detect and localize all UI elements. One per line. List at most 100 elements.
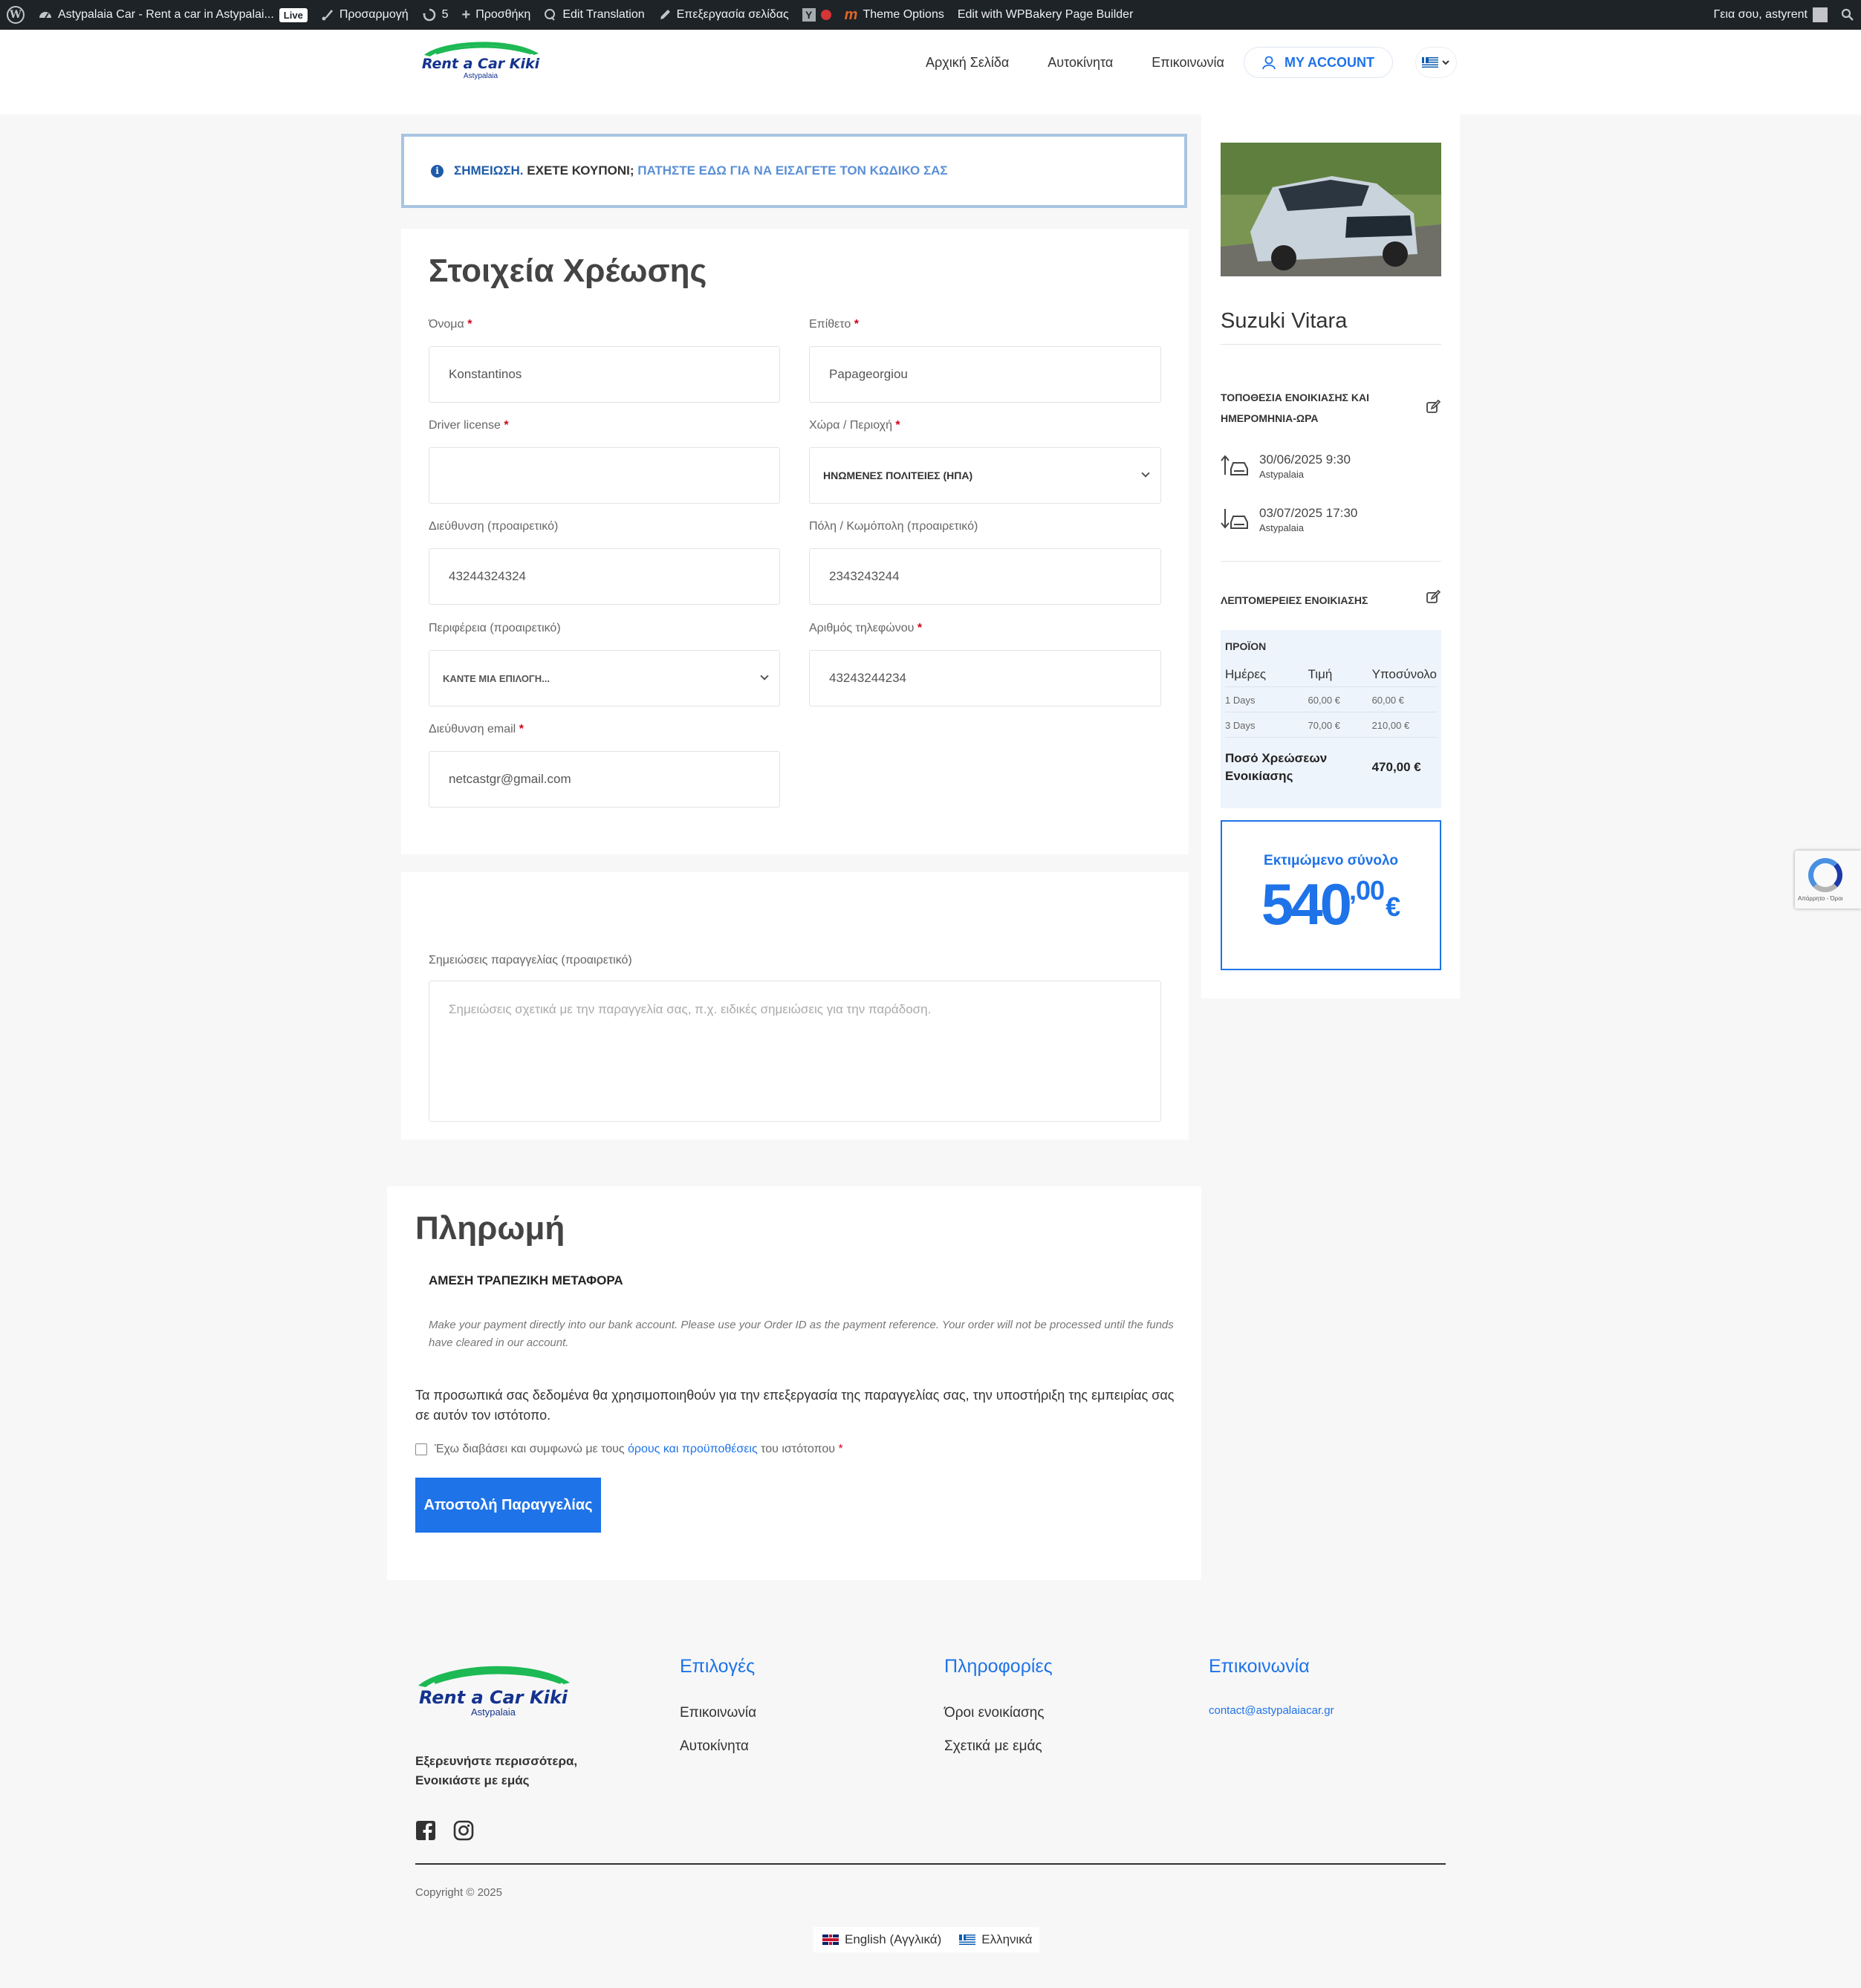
facebook-icon[interactable]	[415, 1820, 436, 1841]
edit-translation-label: Edit Translation	[562, 8, 645, 21]
region-label: Περιφέρεια (προαιρετικό)	[429, 622, 561, 634]
site-name-menu[interactable]: Astypalaia Car - Rent a car in Astypalai…	[31, 0, 314, 30]
footer-tagline: Εξερευνήστε περισσότερα, Ενοικιάστε με ε…	[415, 1752, 577, 1790]
row-price: 70,00 €	[1308, 712, 1372, 738]
footer-link-contact[interactable]: Επικοινωνία	[680, 1705, 756, 1721]
divider	[1221, 344, 1441, 345]
payment-description: Make your payment directly into our bank…	[429, 1319, 1174, 1349]
edit-page-link[interactable]: Επεξεργασία σελίδας	[652, 0, 796, 30]
customize-link[interactable]: Προσαρμογή	[314, 0, 415, 30]
site-name: Astypalaia Car - Rent a car in Astypalai…	[58, 8, 274, 21]
customize-label: Προσαρμογή	[339, 8, 409, 21]
updates-link[interactable]: 5	[415, 0, 455, 30]
instagram-icon[interactable]	[453, 1820, 474, 1841]
rental-details-table: ΠΡΟΪΟΝ Ημέρες Τιμή Υποσύνολο 1 Days 60,0…	[1221, 630, 1441, 808]
footer-link-cars[interactable]: Αυτοκίνητα	[680, 1738, 749, 1755]
col-subtotal: Υποσύνολο	[1371, 667, 1437, 687]
dropoff-row: 03/07/2025 17:30 Astypalaia	[1221, 506, 1357, 533]
my-account-button[interactable]: MY ACCOUNT	[1243, 47, 1393, 78]
footer-options-title: Επιλογές	[680, 1656, 756, 1677]
footer-link-terms[interactable]: Όροι ενοικίασης	[944, 1705, 1045, 1721]
language-dropdown[interactable]	[1415, 47, 1457, 78]
language-switcher: English (Αγγλικά) Ελληνικά	[813, 1927, 1040, 1952]
theme-m-icon: m	[844, 6, 858, 23]
car-name: Suzuki Vitara	[1221, 309, 1348, 333]
my-account-menu[interactable]: Γεια σου, astyrent	[1706, 0, 1834, 30]
dropoff-place: Astypalaia	[1259, 522, 1304, 533]
order-summary-sidebar: Suzuki Vitara ΤΟΠΟΘΕΣΙΑ ΕΝΟΙΚΙΑΣΗΣ ΚΑΙ Η…	[1201, 114, 1460, 998]
driver-license-input[interactable]	[429, 447, 780, 504]
total-value: 470,00 €	[1371, 760, 1421, 774]
footer-logo[interactable]: Rent a Car Kiki Astypalaia	[414, 1659, 574, 1722]
order-notes-label: Σημειώσεις παραγγελίας (προαιρετικό)	[429, 954, 632, 967]
edit-translation-link[interactable]: Edit Translation	[537, 0, 651, 30]
nav-cars[interactable]: Αυτοκίνητα	[1048, 55, 1113, 71]
pickup-car-icon	[1221, 455, 1248, 475]
site-logo[interactable]: Rent a Car Kiki Astypalaia	[420, 37, 542, 82]
logo-subtext: Astypalaia	[464, 72, 498, 80]
country-select[interactable]: ΗΝΩΜΕΝΕΣ ΠΟΛΙΤΕΙΕΣ (ΗΠΑ)	[809, 447, 1161, 504]
address-label: Διεύθυνση (προαιρετικό)	[429, 520, 559, 533]
add-new-link[interactable]: + Προσθήκη	[455, 0, 538, 30]
lang-option-greek[interactable]: Ελληνικά	[959, 1932, 1032, 1947]
pickup-place: Astypalaia	[1259, 469, 1304, 480]
wp-logo-menu[interactable]: W	[0, 0, 31, 30]
city-label: Πόλη / Κωμόπολη (προαιρετικό)	[809, 520, 978, 533]
table-row: 3 Days 70,00 € 210,00 €	[1225, 712, 1437, 738]
admin-bar: W Astypalaia Car - Rent a car in Astypal…	[0, 0, 1861, 30]
updates-icon	[422, 8, 435, 22]
terms-link[interactable]: όρους και προϋποθέσεις	[628, 1443, 758, 1455]
nav-contact[interactable]: Επικοινωνία	[1152, 55, 1224, 71]
privacy-text: Τα προσωπικά σας δεδομένα θα χρησιμοποιη…	[415, 1388, 1175, 1423]
row-days: 3 Days	[1225, 712, 1308, 738]
wpbakery-link[interactable]: Edit with WPBakery Page Builder	[951, 0, 1140, 30]
greek-flag-icon	[959, 1935, 976, 1945]
place-order-button[interactable]: Αποστολή Παραγγελίας	[415, 1478, 601, 1533]
coupon-link[interactable]: ΠΑΤΗΣΤΕ ΕΔΩ ΓΙΑ ΝΑ ΕΙΣΑΓΕΤΕ ΤΟΝ ΚΩΔΙΚΟ Σ…	[637, 163, 947, 178]
table-row: 1 Days 60,00 € 60,00 €	[1225, 686, 1437, 712]
chevron-down-icon	[1442, 60, 1449, 65]
theme-options-link[interactable]: m Theme Options	[838, 0, 951, 30]
location-section-title: ΤΟΠΟΘΕΣΙΑ ΕΝΟΙΚΙΑΣΗΣ ΚΑΙ ΗΜΕΡΟΜΗΝΙΑ-ΩΡΑ	[1221, 392, 1369, 424]
last-name-input[interactable]: Papageorgiou	[809, 346, 1161, 403]
first-name-input[interactable]: Konstantinos	[429, 346, 780, 403]
email-input[interactable]: netcastgr@gmail.com	[429, 751, 780, 808]
greek-flag-icon	[1421, 57, 1438, 68]
email-label: Διεύθυνση email *	[429, 723, 524, 735]
edit-icon[interactable]	[1426, 400, 1441, 415]
order-notes-panel: Σημειώσεις παραγγελίας (προαιρετικό) Σημ…	[401, 872, 1189, 1140]
terms-checkbox[interactable]	[415, 1443, 427, 1455]
phone-label: Αριθμός τηλεφώνου *	[809, 622, 923, 634]
edit-page-label: Επεξεργασία σελίδας	[676, 8, 789, 21]
tagline-line-1: Εξερευνήστε περισσότερα,	[415, 1754, 578, 1768]
region-select[interactable]: ΚΑΝΤΕ ΜΙΑ ΕΠΙΛΟΓΗ...	[429, 650, 780, 706]
footer-email-link[interactable]: contact@astypalaiacar.gr	[1209, 1704, 1334, 1717]
phone-input[interactable]: 43243244234	[809, 650, 1161, 706]
footer-info-title: Πληροφορίες	[944, 1656, 1053, 1677]
car-image	[1221, 143, 1441, 276]
site-header: Rent a Car Kiki Astypalaia Αρχική Σελίδα…	[0, 30, 1861, 114]
row-subtotal: 60,00 €	[1371, 686, 1437, 712]
site-footer: Rent a Car Kiki Astypalaia Εξερευνήστε π…	[0, 1599, 1861, 1988]
pickup-datetime: 30/06/2025 9:30	[1259, 452, 1351, 467]
last-name-label: Επίθετο *	[809, 318, 859, 331]
copyright-text: Copyright © 2025	[415, 1886, 502, 1899]
billing-title: Στοιχεία Χρέωσης	[429, 253, 707, 289]
add-new-label: Προσθήκη	[475, 8, 531, 21]
address-input[interactable]: 43244324324	[429, 548, 780, 605]
admin-search[interactable]	[1834, 0, 1861, 30]
total-label: Ποσό Χρεώσεων Ενοικίασης	[1225, 751, 1328, 783]
info-icon: i	[431, 164, 444, 178]
divider	[1221, 561, 1441, 562]
city-input[interactable]: 2343243244	[809, 548, 1161, 605]
total-row: Ποσό Χρεώσεων Ενοικίασης 470,00 €	[1225, 738, 1437, 792]
lang-option-english[interactable]: English (Αγγλικά)	[822, 1932, 941, 1947]
footer-link-about[interactable]: Σχετικά με εμάς	[944, 1738, 1042, 1755]
payment-method-label[interactable]: ΑΜΕΣΗ ΤΡΑΠΕΖΙΚΗ ΜΕΤΑΦΟΡΑ	[429, 1273, 623, 1288]
yoast-menu[interactable]: Y	[796, 0, 838, 30]
recaptcha-badge[interactable]: Απόρρητο - Όροι	[1795, 851, 1861, 909]
nav-home[interactable]: Αρχική Σελίδα	[926, 55, 1009, 71]
order-notes-textarea[interactable]: Σημειώσεις σχετικά με την παραγγελία σας…	[429, 981, 1161, 1122]
edit-icon[interactable]	[1426, 590, 1441, 605]
estimated-decimal: ,00	[1349, 874, 1385, 906]
